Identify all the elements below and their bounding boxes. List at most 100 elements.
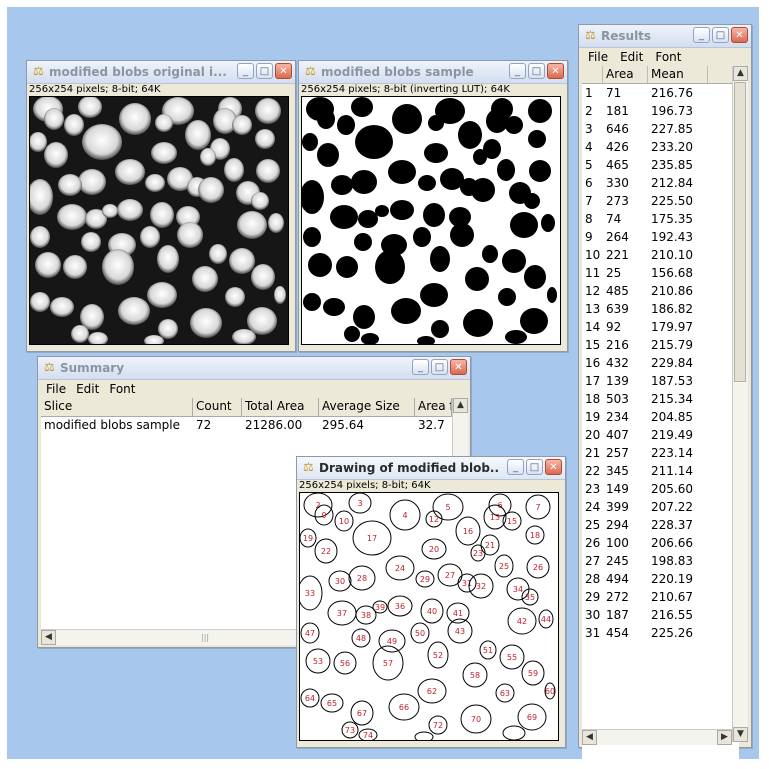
menu-file[interactable]: File <box>588 50 608 64</box>
table-row[interactable]: 12 485 210.86 <box>582 282 739 300</box>
column-header-total-area[interactable]: Total Area <box>242 398 319 416</box>
cell-mean: 216.55 <box>651 608 693 622</box>
table-row[interactable]: 19 234 204.85 <box>582 408 739 426</box>
column-header-area[interactable]: Area <box>603 66 648 83</box>
table-row[interactable]: 17 139 187.53 <box>582 372 739 390</box>
close-button[interactable]: ✕ <box>545 459 562 475</box>
maximize-button[interactable]: □ <box>256 63 273 79</box>
table-row[interactable]: 30 187 216.55 <box>582 606 739 624</box>
table-row[interactable]: 16 432 229.84 <box>582 354 739 372</box>
table-row[interactable]: 14 92 179.97 <box>582 318 739 336</box>
table-row[interactable]: modified blobs sample 72 21286.00 295.64… <box>41 417 452 433</box>
table-row[interactable]: 2 181 196.73 <box>582 102 739 120</box>
scroll-thumb-grip: ||| <box>201 633 210 642</box>
close-button[interactable]: ✕ <box>275 63 292 79</box>
binary-blob <box>308 253 332 277</box>
column-header-area-fraction[interactable]: Area f <box>415 398 452 416</box>
binary-blobs-image[interactable] <box>301 96 561 345</box>
table-row[interactable]: 15 216 215.79 <box>582 336 739 354</box>
table-row[interactable]: 25 294 228.37 <box>582 516 739 534</box>
table-row[interactable]: 1 71 216.76 <box>582 84 739 102</box>
minimize-button[interactable]: _ <box>412 359 429 375</box>
table-row[interactable]: 27 245 198.83 <box>582 552 739 570</box>
binary-blob <box>331 175 353 195</box>
gray-blob <box>190 308 222 338</box>
table-row[interactable]: 6 330 212.84 <box>582 174 739 192</box>
menu-font[interactable]: Font <box>655 50 681 64</box>
table-row[interactable]: 23 149 205.60 <box>582 480 739 498</box>
minimize-button[interactable]: _ <box>693 27 710 43</box>
scroll-down-icon[interactable]: ▼ <box>733 727 748 742</box>
table-row[interactable]: 31 454 225.26 <box>582 624 739 642</box>
column-header-mean[interactable]: Mean <box>648 66 708 83</box>
scroll-up-icon[interactable]: ▲ <box>453 398 468 413</box>
minimize-button[interactable]: _ <box>237 63 254 79</box>
table-row[interactable]: 9 264 192.43 <box>582 228 739 246</box>
cell-area: 264 <box>606 230 629 244</box>
cell-mean: 179.97 <box>651 320 693 334</box>
scroll-left-icon[interactable]: ◀ <box>41 630 56 645</box>
scroll-right-icon[interactable]: ▶ <box>717 730 732 745</box>
table-row[interactable]: 4 426 233.20 <box>582 138 739 156</box>
menu-edit[interactable]: Edit <box>620 50 643 64</box>
cell-area: 92 <box>606 320 622 334</box>
table-row[interactable]: 21 257 223.14 <box>582 444 739 462</box>
cell-mean: 233.20 <box>651 140 693 154</box>
cell-mean: 225.50 <box>651 194 693 208</box>
menu-edit[interactable]: Edit <box>76 382 99 396</box>
cell-mean: 198.83 <box>651 554 693 568</box>
grayscale-blobs-image[interactable] <box>29 96 289 345</box>
table-row[interactable]: 11 25 156.68 <box>582 264 739 282</box>
original-image-window[interactable]: ⚖ modified blobs original i... _ □ ✕ 256… <box>26 60 296 352</box>
column-header-slice[interactable]: Slice <box>41 398 193 416</box>
minimize-button[interactable]: _ <box>507 459 524 475</box>
title-bar[interactable]: ⚖ Summary _ □ ✕ <box>38 357 470 380</box>
close-button[interactable]: ✕ <box>450 359 467 375</box>
title-bar[interactable]: ⚖ modified blobs original i... _ □ ✕ <box>27 61 295 84</box>
table-row[interactable]: 24 399 207.22 <box>582 498 739 516</box>
maximize-button[interactable]: □ <box>528 63 545 79</box>
table-row[interactable]: 7 273 225.50 <box>582 192 739 210</box>
title-bar[interactable]: ⚖ Drawing of modified blob... _ □ ✕ <box>297 457 565 480</box>
maximize-button[interactable]: □ <box>526 459 543 475</box>
maximize-button[interactable]: □ <box>431 359 448 375</box>
horizontal-scrollbar[interactable]: ◀ ▶ <box>582 729 732 745</box>
menu-font[interactable]: Font <box>109 382 135 396</box>
results-window[interactable]: ⚖ Results _ □ ✕ File Edit Font Area Mean… <box>578 24 752 759</box>
blob-label: 70 <box>471 715 481 724</box>
blob-label: 23 <box>473 549 483 558</box>
table-row[interactable]: 3 646 227.85 <box>582 120 739 138</box>
table-row[interactable]: 8 74 175.35 <box>582 210 739 228</box>
table-row[interactable]: 28 494 220.19 <box>582 570 739 588</box>
scroll-up-icon[interactable]: ▲ <box>733 66 748 81</box>
table-row[interactable]: 29 272 210.67 <box>582 588 739 606</box>
table-row[interactable]: 22 345 211.14 <box>582 462 739 480</box>
maximize-button[interactable]: □ <box>712 27 729 43</box>
minimize-button[interactable]: _ <box>509 63 526 79</box>
table-row[interactable]: 10 221 210.10 <box>582 246 739 264</box>
outline-drawing-image[interactable]: 2 3 4 5 6 7 9 10 12 13 15 16 17 18 19 20 21 22 23 24 25 26 27 2… <box>299 492 559 741</box>
title-bar[interactable]: ⚖ Results _ □ ✕ <box>579 25 751 48</box>
table-row[interactable]: 5 465 235.85 <box>582 156 739 174</box>
close-button[interactable]: ✕ <box>731 27 748 43</box>
cell-area: 646 <box>606 122 629 136</box>
title-bar[interactable]: ⚖ modified blobs sample _ □ ✕ <box>299 61 567 84</box>
table-row[interactable]: 18 503 215.34 <box>582 390 739 408</box>
close-button[interactable]: ✕ <box>547 63 564 79</box>
cell-index: 3 <box>585 122 593 136</box>
column-header-count[interactable]: Count <box>193 398 242 416</box>
blob-label: 29 <box>420 575 430 584</box>
table-row[interactable]: 20 407 219.49 <box>582 426 739 444</box>
drawing-window[interactable]: ⚖ Drawing of modified blob... _ □ ✕ 256x… <box>296 456 566 748</box>
column-header-index[interactable] <box>582 66 603 83</box>
column-header-average-size[interactable]: Average Size <box>319 398 415 416</box>
binary-blob <box>355 125 393 159</box>
menu-file[interactable]: File <box>46 382 66 396</box>
table-row[interactable]: 13 639 186.82 <box>582 300 739 318</box>
vertical-scrollbar[interactable]: ▲ ▼ <box>732 66 748 742</box>
scroll-thumb[interactable] <box>734 82 746 382</box>
sample-image-window[interactable]: ⚖ modified blobs sample _ □ ✕ 256x254 pi… <box>298 60 568 352</box>
desktop: ⚖ modified blobs original i... _ □ ✕ 256… <box>7 7 759 759</box>
scroll-left-icon[interactable]: ◀ <box>582 730 597 745</box>
table-row[interactable]: 26 100 206.66 <box>582 534 739 552</box>
